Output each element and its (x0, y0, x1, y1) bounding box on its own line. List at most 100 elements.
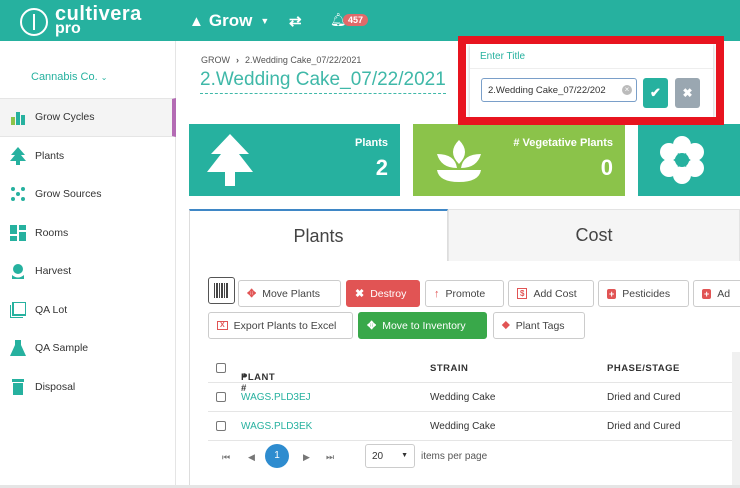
sidebar-item-grow-cycles[interactable]: Grow Cycles (0, 98, 176, 137)
export-excel-button[interactable]: X Export Plants to Excel (208, 312, 353, 339)
add-cost-label: Add Cost (533, 287, 577, 300)
flask-icon (8, 339, 27, 358)
plant-id-link[interactable]: WAGS.PLD3EJ (241, 392, 311, 403)
move-inventory-label: Move to Inventory (382, 319, 466, 332)
destroy-label: Destroy (370, 287, 407, 300)
qa-lot-icon (8, 300, 27, 319)
pesticides-button[interactable]: + Pesticides (598, 280, 689, 307)
page-number-button[interactable]: 1 (265, 444, 289, 468)
plus-square-icon: + (607, 288, 617, 299)
items-per-page-select[interactable]: 20 ▼ (365, 444, 415, 468)
row-checkbox[interactable] (216, 421, 226, 431)
promote-label: Promote (445, 287, 486, 300)
page-title[interactable]: 2.Wedding Cake_07/22/2021 (200, 69, 446, 94)
plants-card: Plants 2 (189, 124, 400, 196)
prev-page-icon[interactable]: ◀︎ (248, 452, 255, 463)
move-plants-button[interactable]: ✥ Move Plants (238, 280, 341, 307)
swap-icon[interactable]: ⇄ (289, 12, 302, 30)
company-name: Cannabis Co. (31, 71, 98, 83)
cultivera-logo[interactable]: cultivera pro (20, 3, 170, 38)
add-cost-button[interactable]: $ Add Cost (508, 280, 594, 307)
money-icon: $ (517, 288, 528, 299)
sidebar-item-disposal[interactable]: Disposal (0, 368, 176, 407)
move-icon: ✥ (367, 320, 377, 332)
plants-card-label: Plants (354, 137, 388, 149)
chevron-down-icon: ▼ (401, 452, 408, 459)
destroy-button[interactable]: ✖ Destroy (346, 280, 420, 307)
first-page-icon[interactable]: ⏮︎ (222, 452, 230, 463)
table-row: WAGS.PLD3EJ Wedding Cake Dried and Cured… (208, 383, 740, 412)
move-to-inventory-button[interactable]: ✥ Move to Inventory (358, 312, 487, 339)
sidebar-item-label: Disposal (35, 380, 76, 393)
cannabis-leaf-icon (20, 8, 48, 36)
breadcrumb-root[interactable]: GROW (201, 55, 230, 65)
tags-icon: ⬥ (502, 319, 510, 331)
sidebar-item-label: QA Sample (35, 342, 89, 355)
sidebar-item-qa-lot[interactable]: QA Lot (0, 291, 176, 330)
breadcrumb: GROW › 2.Wedding Cake_07/22/2021 (201, 55, 361, 65)
sidebar-item-plants[interactable]: Plants (0, 137, 176, 176)
barcode-button[interactable] (208, 277, 235, 304)
row-checkbox[interactable] (216, 392, 226, 402)
excel-icon: X (217, 321, 228, 330)
table-header: PLANT # ▲ STRAIN PHASE/STAGE R (208, 354, 740, 394)
table-row: WAGS.PLD3EK Wedding Cake Dried and Cured… (208, 412, 740, 441)
chevron-right-icon: › (236, 55, 239, 65)
flower-icon (660, 136, 704, 184)
plant-tags-button[interactable]: ⬥ Plant Tags (493, 312, 585, 339)
phase-cell: Dried and Cured (607, 392, 681, 403)
close-icon: ✖ (355, 288, 365, 300)
header-strain[interactable]: STRAIN (430, 363, 468, 374)
header-phase[interactable]: PHASE/STAGE (607, 363, 680, 374)
promote-button[interactable]: ↑ Promote (425, 280, 504, 307)
last-page-icon[interactable]: ⏭︎ (326, 452, 334, 463)
add-button-partial[interactable]: + Ad (693, 280, 740, 307)
sidebar-item-label: Grow Sources (35, 188, 102, 201)
harvest-icon (8, 262, 27, 281)
tree-icon (207, 134, 253, 186)
module-label: Grow (208, 11, 253, 30)
move-plants-label: Move Plants (262, 287, 320, 300)
sidebar-item-label: Harvest (35, 265, 72, 278)
tab-plants[interactable]: Plants (189, 209, 448, 261)
per-page-value: 20 (372, 451, 384, 462)
export-label: Export Plants to Excel (233, 319, 337, 332)
sidebar-item-qa-sample[interactable]: QA Sample (0, 329, 176, 368)
highlight-frame (458, 36, 724, 125)
sort-asc-icon: ▲ (241, 372, 249, 379)
brand-line2: pro (55, 20, 81, 37)
bar-chart-icon (8, 108, 27, 127)
tab-cost[interactable]: Cost (448, 209, 740, 261)
chevron-down-icon: ▼ (260, 16, 270, 26)
add-partial-label: Ad (717, 287, 731, 300)
sidebar: Cannabis Co. ⌄ Grow Cycles Plants Grow S… (0, 41, 176, 488)
sidebar-item-grow-sources[interactable]: Grow Sources (0, 175, 176, 214)
plants-table: PLANT # ▲ STRAIN PHASE/STAGE R WAGS.PLD3… (208, 354, 740, 441)
move-icon: ✥ (247, 288, 257, 300)
disposal-icon (8, 377, 27, 396)
phase-cell: Dried and Cured (607, 421, 681, 432)
rooms-icon (8, 223, 27, 242)
sidebar-item-label: QA Lot (35, 303, 68, 316)
vegetative-plants-card: # Vegetative Plants 0 (413, 124, 625, 196)
arrow-up-icon: ↑ (434, 287, 440, 300)
sidebar-item-harvest[interactable]: Harvest (0, 252, 176, 291)
detail-tabs: Plants Cost (189, 209, 740, 261)
plus-square-icon: + (702, 288, 712, 299)
company-selector[interactable]: Cannabis Co. ⌄ (31, 71, 107, 83)
top-navbar: cultivera pro ▲ Grow ▼ ⇄ 🔔︎ 457 (0, 0, 740, 41)
sidebar-item-rooms[interactable]: Rooms (0, 214, 176, 253)
next-page-icon[interactable]: ▶︎ (303, 452, 310, 463)
items-per-page-label: items per page (421, 451, 488, 462)
plant-tags-label: Plant Tags (515, 319, 565, 332)
sidebar-item-label: Grow Cycles (35, 111, 95, 124)
module-dropdown[interactable]: ▲ Grow ▼ (189, 11, 269, 31)
plant-id-link[interactable]: WAGS.PLD3EK (241, 421, 312, 432)
barcode-icon (214, 283, 228, 298)
strain-cell: Wedding Cake (430, 392, 496, 403)
select-all-checkbox[interactable] (216, 363, 226, 373)
dots-icon (8, 185, 27, 204)
plants-card-value: 2 (375, 155, 388, 180)
table-scrollbar[interactable] (732, 352, 740, 488)
sidebar-item-label: Plants (35, 149, 65, 162)
